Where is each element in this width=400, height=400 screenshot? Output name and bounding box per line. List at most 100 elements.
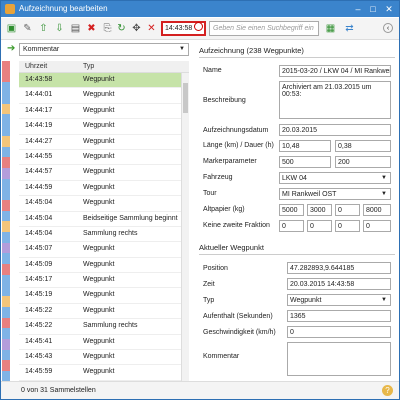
color-strip-segment (2, 221, 10, 232)
list-item[interactable]: 14:43:58 Wegpunkt (19, 73, 181, 89)
type-select[interactable]: Wegpunkt ▼ (287, 294, 391, 306)
marker-a-field[interactable]: 500 (279, 156, 331, 168)
paper-field-3[interactable]: 0 (335, 204, 360, 216)
marker-b-field[interactable]: 200 (335, 156, 391, 168)
col-time-header[interactable]: Uhrzeit (25, 63, 47, 70)
copy-icon[interactable]: ⎘ (101, 22, 114, 35)
color-strip-segment (2, 71, 10, 83)
marker-label: Markerparameter (203, 158, 257, 165)
row-time: 14:45:09 (25, 260, 53, 268)
speed-label: Geschwindigkeit (km/h) (203, 329, 276, 336)
delete-icon[interactable]: ▤ (69, 22, 82, 35)
maximize-icon[interactable]: □ (367, 3, 379, 15)
list-item[interactable]: 14:44:27 Wegpunkt (19, 135, 181, 150)
row-time: 14:44:17 (25, 106, 53, 114)
row-time: 14:44:01 (25, 91, 53, 99)
color-strip-segment (2, 328, 10, 339)
waypoint-heading: Aktueller Wegpunkt (199, 243, 264, 252)
fraction-field-3[interactable]: 0 (335, 220, 360, 232)
list-item[interactable]: 14:45:07 Wegpunkt (19, 242, 181, 258)
list-item[interactable]: 14:45:41 Wegpunkt (19, 335, 181, 351)
comment-field[interactable] (287, 342, 391, 376)
import-icon[interactable]: ⇩ (53, 22, 66, 35)
scroll-thumb[interactable] (183, 83, 188, 113)
list-item[interactable]: 14:45:22 Sammlung rechts (19, 319, 181, 335)
close-icon[interactable]: ✕ (383, 3, 395, 15)
list-item[interactable]: 14:45:17 Wegpunkt (19, 273, 181, 289)
clock-icon[interactable] (194, 22, 203, 31)
color-strip-segment (2, 349, 10, 361)
refresh-icon[interactable]: ↻ (115, 22, 128, 35)
route-icon[interactable]: ⇄ (343, 22, 356, 35)
window-title: Aufzeichnung bearbeiten (19, 4, 108, 13)
list-item[interactable]: 14:45:59 Wegpunkt (19, 365, 181, 381)
minimize-icon[interactable]: – (352, 3, 364, 15)
row-time: 14:45:22 (25, 322, 53, 330)
color-strip-segment (2, 61, 10, 72)
list-item[interactable]: 14:45:04 Sammlung rechts (19, 227, 181, 243)
list-item[interactable]: 14:45:04 Beidseitige Sammlung beginnt (19, 212, 181, 227)
chevron-down-icon: ▼ (179, 46, 185, 52)
fraction-field-2[interactable]: 0 (307, 220, 332, 232)
fraction-field-1[interactable]: 0 (279, 220, 304, 232)
row-type: Wegpunkt (83, 168, 115, 176)
type-label: Typ (203, 297, 215, 304)
vehicle-select[interactable]: LKW 04 ▼ (279, 172, 391, 184)
map-icon[interactable]: ▦ (324, 22, 337, 35)
color-strip-segment (2, 253, 10, 265)
color-strip-segment (2, 306, 10, 318)
position-field[interactable]: 47.282893,9.644185 (287, 262, 391, 274)
paper-field-1[interactable]: 5000 (279, 204, 304, 216)
list-item[interactable]: 14:45:19 Wegpunkt (19, 288, 181, 304)
color-strip-segment (2, 232, 10, 243)
color-strip-segment (2, 178, 10, 190)
row-time: 14:45:19 (25, 291, 53, 299)
app-icon (5, 4, 15, 14)
list-item[interactable]: 14:44:01 Wegpunkt (19, 88, 181, 104)
name-field[interactable]: 2015-03-20 / LKW 04 / MI Rankweil (279, 65, 391, 77)
description-field[interactable]: Archiviert am 21.03.2015 um 00:53: (279, 81, 391, 119)
list-item[interactable]: 14:45:09 Wegpunkt (19, 258, 181, 274)
list-item[interactable]: 14:44:57 Wegpunkt (19, 165, 181, 181)
speed-field[interactable]: 0 (287, 326, 391, 338)
row-type: Wegpunkt (83, 291, 115, 299)
collapse-icon[interactable]: ‹ (383, 23, 393, 33)
row-type: Wegpunkt (83, 353, 115, 361)
remove-icon[interactable]: ✖ (85, 22, 98, 35)
length-label: Länge (km) / Dauer (h) (203, 142, 274, 149)
upload-icon[interactable]: ⇧ (37, 22, 50, 35)
list-item[interactable]: 14:44:17 Wegpunkt (19, 104, 181, 120)
stay-field[interactable]: 1365 (287, 310, 391, 322)
edit-icon[interactable]: ✎ (21, 22, 34, 35)
list-item[interactable]: 14:44:59 Wegpunkt (19, 181, 181, 197)
list-scrollbar[interactable] (181, 73, 189, 381)
move-icon[interactable]: ✥ (130, 22, 143, 35)
search-input[interactable]: Geben Sie einen Suchbegriff ein (209, 21, 319, 36)
date-field[interactable]: 20.03.2015 (279, 124, 391, 136)
row-time: 14:45:59 (25, 368, 53, 376)
row-time: 14:45:41 (25, 337, 53, 345)
length-field[interactable]: 10,48 (279, 140, 331, 152)
tour-select[interactable]: MI Rankweil OST ▼ (279, 188, 391, 200)
list-item[interactable]: 14:45:22 Wegpunkt (19, 304, 181, 320)
row-type: Wegpunkt (83, 76, 115, 83)
color-strip-segment (2, 125, 10, 136)
remove-route-icon[interactable]: ✕ (145, 22, 158, 35)
list-item[interactable]: 14:45:43 Wegpunkt (19, 350, 181, 366)
list-item[interactable]: 14:45:04 Wegpunkt (19, 196, 181, 212)
list-item[interactable]: 14:44:55 Wegpunkt (19, 150, 181, 166)
color-strip-segment (2, 157, 10, 168)
desc-label: Beschreibung (203, 97, 246, 104)
row-type: Wegpunkt (83, 260, 115, 268)
filter-select[interactable]: Kommentar ▼ (19, 43, 189, 56)
paper-field-2[interactable]: 3000 (307, 204, 332, 216)
paper-field-4[interactable]: 8000 (363, 204, 391, 216)
time-field[interactable]: 20.03.2015 14:43:58 (287, 278, 391, 290)
list-item[interactable]: 14:44:19 Wegpunkt (19, 119, 181, 135)
help-icon[interactable]: ? (382, 385, 393, 396)
save-icon[interactable]: ▣ (5, 22, 18, 35)
fraction-field-4[interactable]: 0 (363, 220, 391, 232)
status-bar: 0 von 31 Sammelstellen ? (1, 381, 399, 399)
col-type-header[interactable]: Typ (83, 63, 94, 70)
duration-field[interactable]: 0,38 (335, 140, 391, 152)
